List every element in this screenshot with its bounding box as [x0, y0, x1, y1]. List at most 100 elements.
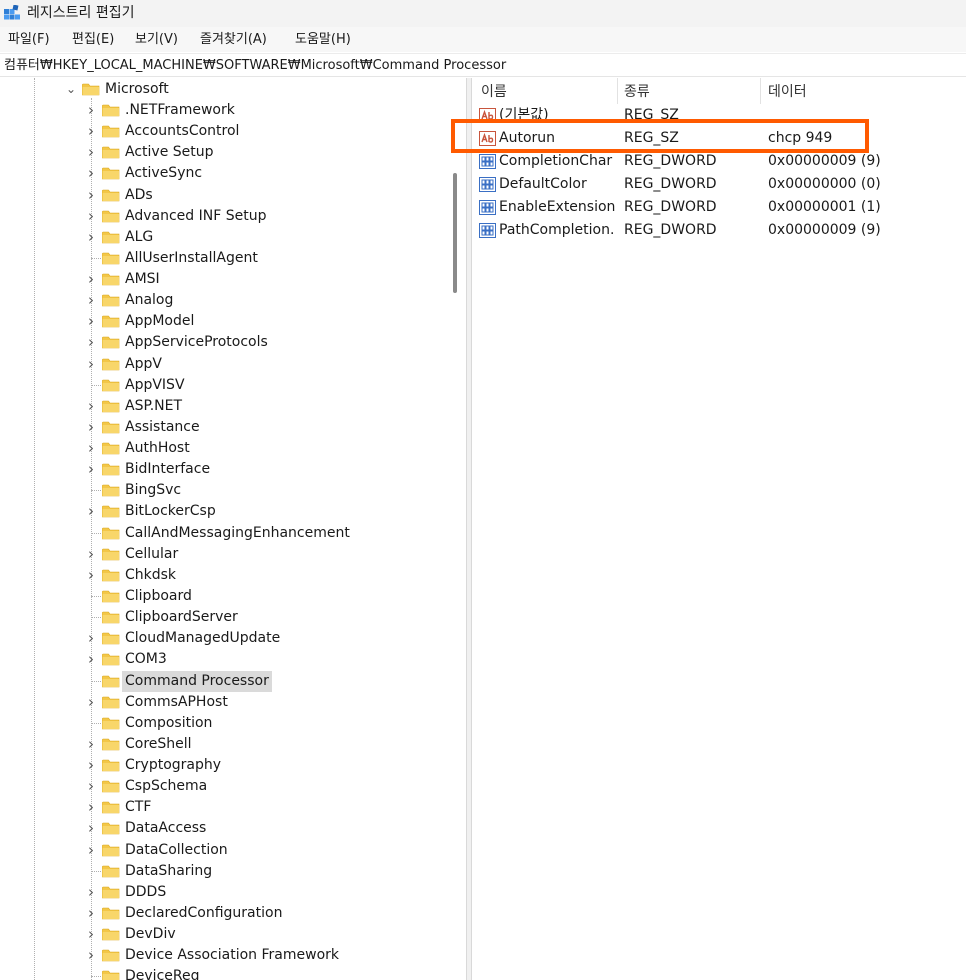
value-row[interactable]: Autorun REG_SZ chcp 949 [472, 127, 966, 150]
value-row[interactable]: PathCompletion... REG_DWORD 0x00000009 (9) [472, 219, 966, 242]
tree-item[interactable]: Command Processor [0, 670, 450, 692]
chevron-right-icon[interactable]: › [85, 758, 97, 773]
tree-item[interactable]: › ActiveSync [0, 163, 450, 184]
chevron-right-icon[interactable]: › [85, 948, 97, 963]
menu-favorites[interactable]: 즐겨찾기(A) [200, 31, 267, 49]
tree-item[interactable]: › AppV [0, 354, 450, 375]
chevron-right-icon[interactable]: › [85, 800, 97, 815]
chevron-right-icon[interactable]: › [85, 229, 97, 244]
chevron-right-icon[interactable]: › [85, 314, 97, 329]
chevron-right-icon[interactable]: › [85, 694, 97, 709]
column-divider[interactable] [760, 78, 761, 104]
tree-item[interactable]: › AppServiceProtocols [0, 332, 450, 353]
menu-file[interactable]: 파일(F) [8, 31, 50, 49]
tree-item[interactable]: › DeclaredConfiguration [0, 903, 450, 924]
tree-item[interactable]: › CommsAPHost [0, 692, 450, 713]
tree-item[interactable]: › Cellular [0, 544, 450, 565]
tree-item[interactable]: ClipboardServer [0, 607, 450, 628]
chevron-right-icon[interactable]: › [85, 504, 97, 519]
chevron-right-icon[interactable]: › [85, 821, 97, 836]
menu-edit[interactable]: 편집(E) [72, 31, 114, 49]
value-row[interactable]: EnableExtensions REG_DWORD 0x00000001 (1) [472, 196, 966, 219]
tree-item[interactable]: › Active Setup [0, 142, 450, 163]
tree-item[interactable]: › AMSI [0, 269, 450, 290]
chevron-right-icon[interactable]: › [85, 356, 97, 371]
tree-item[interactable]: › Device Association Framework [0, 945, 450, 966]
chevron-right-icon[interactable]: › [85, 905, 97, 920]
chevron-right-icon[interactable]: › [85, 631, 97, 646]
column-header-data[interactable]: 데이터 [768, 83, 807, 101]
value-row[interactable]: (기본값) REG_SZ [472, 104, 966, 127]
address-bar[interactable]: 컴퓨터₩HKEY_LOCAL_MACHINE₩SOFTWARE₩Microsof… [0, 53, 966, 77]
tree-item[interactable]: › CspSchema [0, 776, 450, 797]
chevron-right-icon[interactable]: › [85, 166, 97, 181]
folder-icon [102, 611, 120, 624]
chevron-right-icon[interactable]: › [85, 335, 97, 350]
chevron-right-icon[interactable]: › [85, 293, 97, 308]
tree-item[interactable]: › DDDS [0, 882, 450, 903]
tree-item[interactable]: CallAndMessagingEnhancement [0, 523, 450, 544]
address-path[interactable]: 컴퓨터₩HKEY_LOCAL_MACHINE₩SOFTWARE₩Microsof… [4, 57, 506, 74]
chevron-right-icon[interactable]: › [85, 462, 97, 477]
tree-item[interactable]: › Cryptography [0, 755, 450, 776]
tree-item[interactable]: › BidInterface [0, 459, 450, 480]
tree-item[interactable]: › COM3 [0, 649, 450, 670]
column-header-name[interactable]: 이름 [481, 83, 507, 101]
tree-item[interactable]: DataSharing [0, 861, 450, 882]
chevron-right-icon[interactable]: › [85, 145, 97, 160]
tree-item[interactable]: BingSvc [0, 480, 450, 501]
column-header-type[interactable]: 종류 [624, 83, 650, 101]
tree-scrollbar[interactable] [453, 173, 457, 293]
chevron-right-icon[interactable]: › [85, 419, 97, 434]
chevron-right-icon[interactable]: › [85, 187, 97, 202]
folder-icon [102, 780, 120, 793]
tree-item[interactable]: › Analog [0, 290, 450, 311]
tree-item[interactable]: › .NETFramework [0, 100, 450, 121]
tree-item[interactable]: AllUserInstallAgent [0, 248, 450, 269]
tree-item[interactable]: › DataCollection [0, 840, 450, 861]
values-list-pane[interactable]: 이름 종류 데이터 (기본값) REG_SZ Autorun REG_SZ chcp 9… [472, 78, 966, 980]
key-tree-pane[interactable]: ⌄ Microsoft › .NETFramework › AccountsContr… [0, 78, 466, 980]
column-divider[interactable] [617, 78, 618, 104]
tree-item[interactable]: › AppModel [0, 311, 450, 332]
tree-item[interactable]: › DevDiv [0, 924, 450, 945]
chevron-right-icon[interactable]: › [85, 398, 97, 413]
value-row[interactable]: DefaultColor REG_DWORD 0x00000000 (0) [472, 173, 966, 196]
tree-item[interactable]: › Assistance [0, 417, 450, 438]
menu-help[interactable]: 도움말(H) [295, 31, 351, 49]
chevron-right-icon[interactable]: › [85, 567, 97, 582]
chevron-right-icon[interactable]: › [85, 779, 97, 794]
tree-item[interactable]: › CoreShell [0, 734, 450, 755]
tree-item[interactable]: › ASP.NET [0, 396, 450, 417]
chevron-right-icon[interactable]: › [85, 208, 97, 223]
tree-item[interactable]: › BitLockerCsp [0, 501, 450, 522]
tree-item[interactable]: › Chkdsk [0, 565, 450, 586]
tree-item[interactable]: › ADs [0, 185, 450, 206]
tree-item[interactable]: Composition [0, 713, 450, 734]
chevron-right-icon[interactable]: › [85, 884, 97, 899]
tree-item[interactable]: › AccountsControl [0, 121, 450, 142]
chevron-right-icon[interactable]: › [85, 736, 97, 751]
chevron-right-icon[interactable]: › [85, 103, 97, 118]
tree-item[interactable]: › DataAccess [0, 818, 450, 839]
tree-item[interactable]: AppVISV [0, 375, 450, 396]
menu-view[interactable]: 보기(V) [135, 31, 178, 49]
tree-item[interactable]: › CloudManagedUpdate [0, 628, 450, 649]
tree-item[interactable]: Clipboard [0, 586, 450, 607]
tree-item[interactable]: › AuthHost [0, 438, 450, 459]
tree-item-label: AllUserInstallAgent [125, 249, 258, 266]
chevron-down-icon[interactable]: ⌄ [65, 82, 77, 96]
tree-item[interactable]: DeviceReg [0, 966, 450, 980]
tree-item[interactable]: › ALG [0, 227, 450, 248]
chevron-right-icon[interactable]: › [85, 842, 97, 857]
chevron-right-icon[interactable]: › [85, 124, 97, 139]
tree-item-microsoft[interactable]: ⌄ Microsoft [0, 79, 450, 100]
tree-item[interactable]: › CTF [0, 797, 450, 818]
tree-item[interactable]: › Advanced INF Setup [0, 206, 450, 227]
chevron-right-icon[interactable]: › [85, 272, 97, 287]
value-row[interactable]: CompletionChar REG_DWORD 0x00000009 (9) [472, 150, 966, 173]
chevron-right-icon[interactable]: › [85, 652, 97, 667]
chevron-right-icon[interactable]: › [85, 927, 97, 942]
chevron-right-icon[interactable]: › [85, 441, 97, 456]
chevron-right-icon[interactable]: › [85, 546, 97, 561]
